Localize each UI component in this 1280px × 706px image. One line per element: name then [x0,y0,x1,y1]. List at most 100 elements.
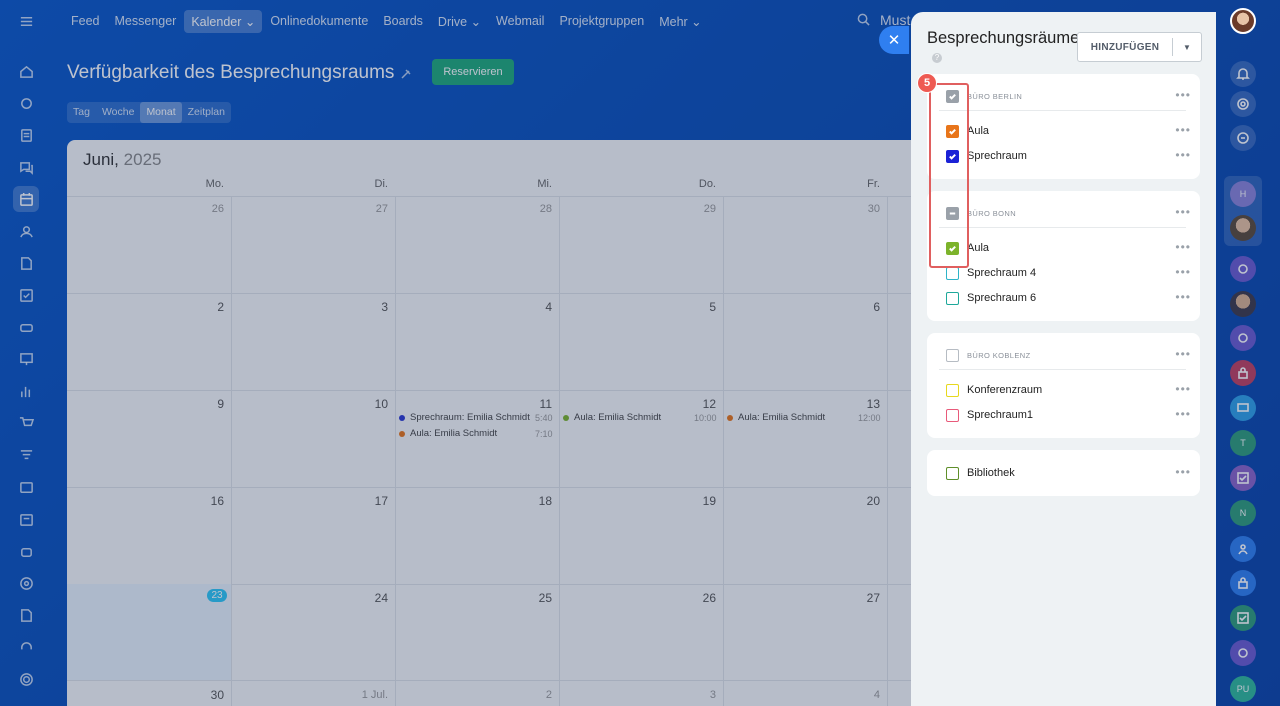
more-icon[interactable]: ••• [1175,408,1191,420]
day-number[interactable]: 26 [676,591,716,605]
room-checkbox[interactable] [946,241,959,255]
nav-feed[interactable]: Feed [64,10,107,32]
day-number[interactable]: 5 [676,300,716,314]
nav-calendar[interactable]: Kalender ⌄ [184,9,263,33]
headset-icon[interactable] [13,634,39,660]
more-icon[interactable]: ••• [1175,266,1191,278]
calendar-event[interactable]: Aula: Emilia Schmidt [727,412,825,423]
nav-drive[interactable]: Drive ⌄ [431,10,488,33]
support-chat-icon[interactable] [1230,395,1256,421]
bell-icon[interactable] [1230,61,1256,87]
day-number[interactable]: 13 [840,397,880,411]
copilot-chat-icon[interactable] [1230,325,1256,351]
room-item[interactable]: Sprechraum 6 ••• [946,288,1190,308]
tasks-icon[interactable] [13,282,39,308]
section-checkbox[interactable] [946,89,959,103]
nav-more[interactable]: Mehr ⌄ [652,10,708,33]
day-number[interactable]: 16 [184,494,224,508]
day-number[interactable]: 19 [676,494,716,508]
room-checkbox[interactable] [946,149,959,163]
room-checkbox[interactable] [946,124,959,138]
reserve-button[interactable]: Reservieren [432,59,514,85]
copilot-chat-icon[interactable] [1230,640,1256,666]
day-number[interactable]: 2 [512,689,552,701]
section-checkbox[interactable] [946,348,959,362]
close-panel-button[interactable]: ✕ [879,26,909,54]
day-number[interactable]: 27 [840,591,880,605]
nav-boards[interactable]: Boards [376,10,430,32]
more-icon[interactable]: ••• [1175,206,1191,218]
puzzle-icon[interactable] [13,90,39,116]
nav-online-documents[interactable]: Onlinedokumente [263,10,375,32]
more-icon[interactable]: ••• [1175,383,1191,395]
chat-avatar[interactable]: T [1230,430,1256,456]
target-icon[interactable] [13,570,39,596]
section-header[interactable]: BÜRO KOBLENZ ••• [946,345,1190,365]
day-number[interactable]: 30 [840,203,880,215]
chat-avatar[interactable]: PU [1230,676,1256,702]
document-icon[interactable] [13,250,39,276]
day-number[interactable]: 30 [184,688,224,702]
messenger-icon[interactable] [13,154,39,180]
robot-icon[interactable] [13,538,39,564]
today-cell[interactable] [67,584,231,680]
more-icon[interactable]: ••• [1175,241,1191,253]
room-item[interactable]: Bibliothek ••• [946,463,1190,483]
section-header[interactable]: BÜRO BERLIN ••• [946,86,1190,106]
home-icon[interactable] [13,58,39,84]
day-number[interactable]: 18 [512,494,552,508]
more-icon[interactable]: ••• [1175,124,1191,136]
day-number[interactable]: 20 [840,494,880,508]
room-checkbox[interactable] [946,291,959,305]
today-badge[interactable]: 23 [207,589,227,602]
shop-cart-icon[interactable] [13,410,39,436]
section-checkbox[interactable] [946,206,959,220]
calendar-event[interactable]: Aula: Emilia Schmidt [563,412,661,423]
lock-chat-icon[interactable] [1230,360,1256,386]
room-item[interactable]: Aula ••• [946,121,1190,141]
booking-icon[interactable] [13,506,39,532]
feed-icon[interactable] [13,122,39,148]
card-icon[interactable] [13,474,39,500]
group-chat-icon[interactable] [1230,536,1256,562]
room-item[interactable]: Sprechraum 4 ••• [946,263,1190,283]
room-checkbox[interactable] [946,466,959,480]
contacts-icon[interactable] [13,218,39,244]
day-number[interactable]: 11 [512,397,552,411]
tab-week[interactable]: Woche [96,102,141,123]
day-number[interactable]: 10 [348,397,388,411]
day-number[interactable]: 3 [676,689,716,701]
nav-project-groups[interactable]: Projektgruppen [552,10,651,32]
day-number[interactable]: 9 [184,397,224,411]
room-checkbox[interactable] [946,266,959,280]
day-number[interactable]: 29 [676,203,716,215]
room-item[interactable]: Sprechraum1 ••• [946,405,1190,425]
section-header[interactable]: BÜRO BONN ••• [946,203,1190,223]
day-number[interactable]: 6 [840,300,880,314]
day-number[interactable]: 4 [840,689,880,701]
add-room-button[interactable]: HINZUFÜGEN ▼ [1077,32,1202,62]
filter-icon[interactable] [13,442,39,468]
copilot-icon[interactable] [1230,91,1256,117]
drive-icon[interactable] [13,314,39,340]
room-checkbox[interactable] [946,408,959,422]
pin-icon[interactable] [400,67,412,85]
menu-icon[interactable] [13,8,39,34]
day-number[interactable]: 25 [512,591,552,605]
more-icon[interactable]: ••• [1175,89,1191,101]
room-item[interactable]: Aula ••• [946,238,1190,258]
chat-avatar[interactable]: N [1230,500,1256,526]
copilot-chat-icon[interactable] [1230,256,1256,282]
task-chat-icon[interactable] [1230,465,1256,491]
day-number[interactable]: 4 [512,300,552,314]
sign-icon[interactable] [13,602,39,628]
more-icon[interactable]: ••• [1175,348,1191,360]
day-number[interactable]: 17 [348,494,388,508]
day-number[interactable]: 28 [512,203,552,215]
analytics-icon[interactable] [13,378,39,404]
room-item[interactable]: Sprechraum ••• [946,146,1190,166]
room-item[interactable]: Konferenzraum ••• [946,380,1190,400]
more-icon[interactable]: ••• [1175,291,1191,303]
day-number[interactable]: 3 [348,300,388,314]
presentation-icon[interactable] [13,346,39,372]
